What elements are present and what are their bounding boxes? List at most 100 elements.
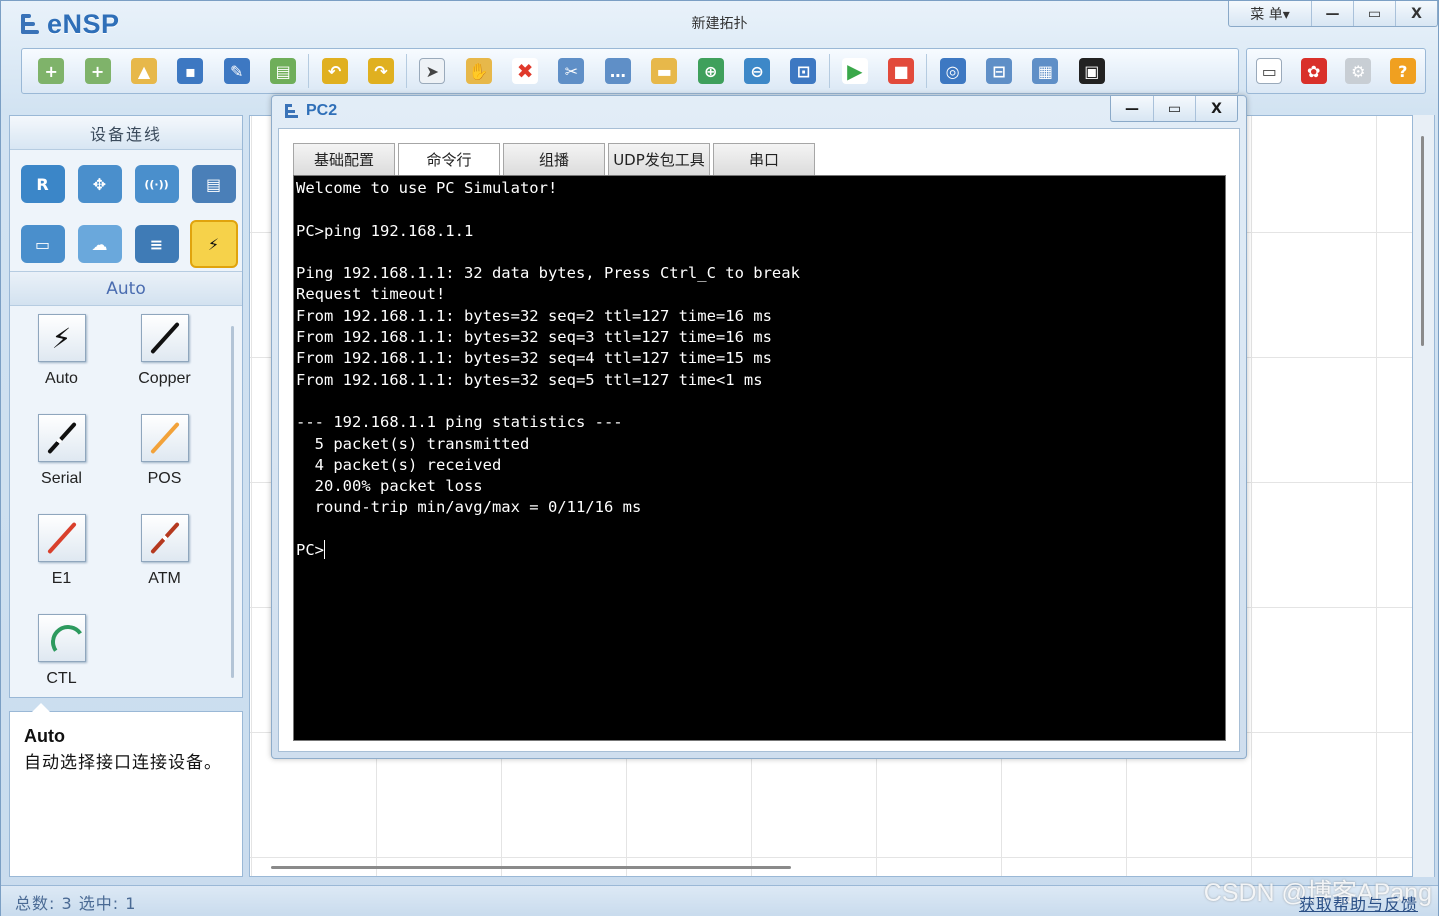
- dialog-tabs: 基础配置 命令行 组播 UDP发包工具 串口: [293, 143, 815, 175]
- canvas-horizontal-scrollbar[interactable]: [271, 866, 791, 869]
- cli-button[interactable]: ▣: [1069, 51, 1115, 91]
- toolbar-separator: [828, 54, 830, 88]
- ensp-main-window: eNSP 新建拓扑 菜 单▾ — ▭ X + + ▲ ▪ ✎ ▤ ↶ ↷ ➤ ✋ ✖ ✂ … ▬ ⊕ ⊖ ⊡ ▶ ■…: [0, 0, 1439, 916]
- cable-item-copper[interactable]: Copper: [113, 314, 216, 414]
- device-category-grid: R ✥ ((·)) ▤ ▭ ☁ ≡ ⚡: [10, 150, 242, 272]
- undo-button[interactable]: ↶: [311, 51, 357, 91]
- tab-1[interactable]: 命令行: [398, 143, 500, 175]
- chat-icon: ▭: [1256, 58, 1283, 84]
- cable-item-auto[interactable]: ⚡ Auto: [10, 314, 113, 414]
- title-bar: eNSP 新建拓扑 菜 单▾ — ▭ X: [1, 1, 1438, 43]
- category-wireless-ap[interactable]: ((·)): [128, 154, 185, 214]
- description-title: Auto: [24, 726, 65, 746]
- cable-line-glyph: [46, 421, 77, 455]
- chat-button[interactable]: ▭: [1247, 51, 1292, 91]
- new-example-button[interactable]: +: [74, 51, 120, 91]
- cable-item-pos[interactable]: POS: [113, 414, 216, 514]
- select-pointer-button[interactable]: ➤: [409, 51, 455, 91]
- main-toolbar: + + ▲ ▪ ✎ ▤ ↶ ↷ ➤ ✋ ✖ ✂ … ▬ ⊕ ⊖ ⊡ ▶ ■ ◎ ⊟ ▦ ▣: [21, 48, 1239, 94]
- grid-button[interactable]: ▦: [1022, 51, 1068, 91]
- switch-icon: ✥: [77, 165, 122, 203]
- grid-icon: ▦: [1032, 58, 1059, 84]
- pan-hand-button[interactable]: ✋: [456, 51, 502, 91]
- new-topology-button[interactable]: +: [28, 51, 74, 91]
- canvas-vertical-scrollbar[interactable]: [1421, 136, 1424, 346]
- description-panel: Auto 自动选择接口连接设备。: [9, 703, 243, 877]
- wireless-ap-icon: ((·)): [134, 165, 179, 203]
- cable-label: Copper: [138, 370, 191, 387]
- cable-item-atm[interactable]: ATM: [113, 514, 216, 614]
- help-button[interactable]: ?: [1381, 51, 1426, 91]
- save-button[interactable]: ▪: [167, 51, 213, 91]
- command-terminal[interactable]: Welcome to use PC Simulator! PC>ping 192…: [293, 175, 1226, 741]
- copper-cable-icon: [140, 314, 189, 362]
- tab-2[interactable]: 组播: [503, 143, 605, 175]
- capture-button[interactable]: ◎: [929, 51, 975, 91]
- panel-scrollbar[interactable]: [231, 326, 234, 678]
- cable-type-header: Auto: [10, 272, 242, 306]
- zoom-out-button[interactable]: ⊖: [734, 51, 780, 91]
- print-button[interactable]: ▤: [260, 51, 306, 91]
- cable-item-e1[interactable]: E1: [10, 514, 113, 614]
- cable-label: CTL: [46, 670, 77, 687]
- description-text: 自动选择接口连接设备。: [24, 753, 222, 773]
- pan-hand-icon: ✋: [465, 58, 492, 84]
- lightning-glyph: ⚡: [51, 321, 72, 355]
- cable-label: ATM: [148, 570, 181, 587]
- dialog-body: 基础配置 命令行 组播 UDP发包工具 串口 Welcome to use PC Sim…: [278, 128, 1240, 752]
- fit-window-button[interactable]: ⊡: [780, 51, 826, 91]
- zoom-in-button[interactable]: ⊕: [687, 51, 733, 91]
- text-note-icon: …: [604, 58, 631, 84]
- maximize-button[interactable]: ▭: [1353, 1, 1395, 26]
- cable-item-ctl[interactable]: CTL: [10, 614, 113, 714]
- delete-icon: ✖: [512, 58, 539, 84]
- tab-4[interactable]: 串口: [713, 143, 815, 175]
- right-toolbar: ▭ ✿ ⚙?: [1246, 48, 1426, 94]
- toolbar-separator: [308, 54, 310, 88]
- capture-icon: ◎: [939, 58, 966, 84]
- help-feedback-link[interactable]: 获取帮助与反馈: [1299, 891, 1418, 915]
- cable-item-serial[interactable]: Serial: [10, 414, 113, 514]
- menu-button[interactable]: 菜 单▾: [1229, 1, 1311, 26]
- settings-gear-button[interactable]: ⚙: [1336, 51, 1381, 91]
- stop-device-button[interactable]: ■: [878, 51, 924, 91]
- category-switch[interactable]: ✥: [71, 154, 128, 214]
- redo-button[interactable]: ↷: [358, 51, 404, 91]
- dialog-title: PC2: [306, 102, 338, 119]
- start-device-button[interactable]: ▶: [832, 51, 878, 91]
- category-link-cable[interactable]: ⚡: [185, 214, 242, 274]
- device-panel: 设备连线 R ✥ ((·)) ▤ ▭ ☁ ≡ ⚡ Auto ⚡ Auto Copper Serial…: [9, 115, 243, 698]
- category-firewall[interactable]: ▤: [185, 154, 242, 214]
- cable-list: ⚡ Auto Copper Serial POS E1 ATM CTL: [10, 306, 242, 696]
- text-note-button[interactable]: …: [595, 51, 641, 91]
- topology-button[interactable]: ⊟: [976, 51, 1022, 91]
- new-topology-icon: +: [38, 58, 65, 84]
- toolbar-separator: [406, 54, 408, 88]
- open-button[interactable]: ▲: [121, 51, 167, 91]
- delete-link-button[interactable]: ✂: [548, 51, 594, 91]
- tab-0[interactable]: 基础配置: [293, 143, 395, 175]
- rectangle-button[interactable]: ▬: [641, 51, 687, 91]
- minimize-button[interactable]: —: [1311, 1, 1353, 26]
- window-controls: 菜 单▾ — ▭ X: [1228, 1, 1438, 27]
- router-icon: R: [20, 165, 65, 203]
- pc-terminal-icon: ▭: [20, 225, 65, 263]
- category-other-device[interactable]: ≡: [128, 214, 185, 274]
- huawei-button[interactable]: ✿: [1292, 51, 1337, 91]
- category-cloud[interactable]: ☁: [71, 214, 128, 274]
- redo-icon: ↷: [367, 58, 394, 84]
- close-button[interactable]: X: [1395, 1, 1437, 26]
- category-router[interactable]: R: [14, 154, 71, 214]
- other-device-icon: ≡: [134, 225, 179, 263]
- window-title: 新建拓扑: [691, 16, 748, 32]
- dialog-minimize-button[interactable]: —: [1111, 96, 1153, 121]
- save-as-button[interactable]: ✎: [214, 51, 260, 91]
- select-pointer-icon: ➤: [419, 58, 446, 84]
- ctl-cable-icon: [37, 614, 88, 662]
- dialog-close-button[interactable]: X: [1195, 96, 1237, 121]
- category-pc-terminal[interactable]: ▭: [14, 214, 71, 274]
- tab-3[interactable]: UDP发包工具: [608, 143, 710, 175]
- delete-button[interactable]: ✖: [502, 51, 548, 91]
- stop-device-icon: ■: [888, 58, 915, 84]
- dialog-maximize-button[interactable]: ▭: [1153, 96, 1195, 121]
